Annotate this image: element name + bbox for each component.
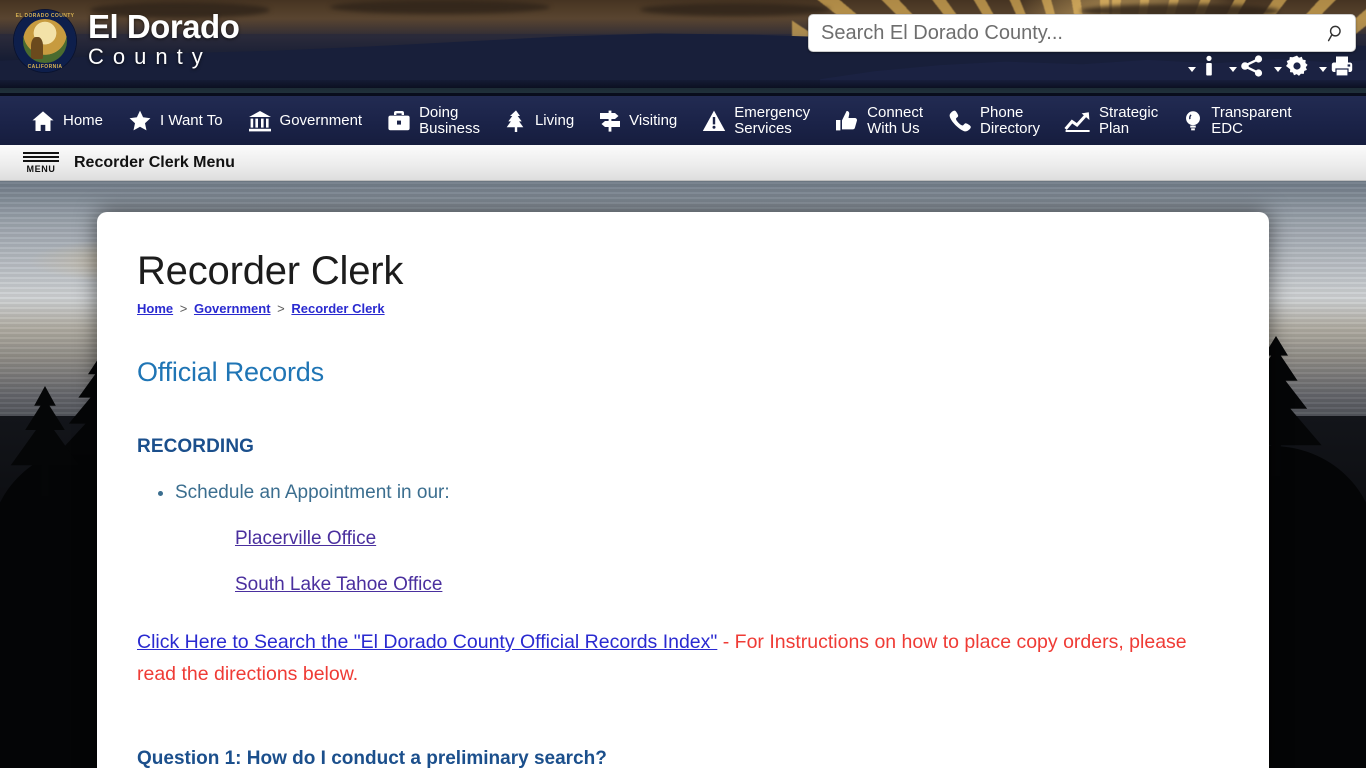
search-input[interactable]	[809, 21, 1317, 45]
phone-icon	[949, 110, 971, 131]
nav-label: Strategic	[1099, 103, 1159, 121]
section-heading-official-records: Official Records	[137, 357, 324, 387]
print-icon	[1331, 56, 1353, 77]
chevron-down-icon	[1188, 66, 1196, 72]
tree-icon	[506, 109, 524, 132]
share-icon	[1241, 55, 1263, 77]
nav-label-group: Connect With Us	[867, 103, 924, 137]
hamburger-icon	[23, 151, 59, 164]
nav-label: Connect	[867, 103, 924, 121]
seal-bottom-text: CALIFORNIA	[27, 63, 63, 70]
faq-question-1-heading: Question 1: How do I conduct a prelimina…	[137, 748, 607, 768]
nav-label-group: Strategic Plan	[1099, 103, 1159, 137]
link-south-lake-tahoe-office[interactable]: South Lake Tahoe Office	[235, 574, 1229, 596]
nav-label-2: EDC	[1211, 119, 1243, 137]
share-menu[interactable]	[1229, 54, 1264, 78]
nav-label: Doing	[419, 103, 459, 121]
nav-item-government[interactable]: Government	[235, 95, 375, 147]
section-menu-title: Recorder Clerk Menu	[74, 153, 235, 171]
content-card: Recorder Clerk Home > Government > Recor…	[97, 212, 1269, 768]
lightbulb-icon	[1186, 110, 1201, 130]
section-menu-bar[interactable]: MENU Recorder Clerk Menu	[0, 145, 1366, 181]
main-navigation[interactable]: Home I Want To Government Doing Business…	[0, 93, 1366, 145]
banner-cloud-3	[640, 3, 830, 16]
hamburger-menu-button[interactable]: MENU	[20, 151, 62, 174]
breadcrumb[interactable]: Home > Government > Recorder Clerk	[137, 301, 1229, 316]
banner-bottom-fade	[0, 80, 1366, 88]
site-wordmark[interactable]: El Dorado County	[88, 8, 240, 70]
print-menu[interactable]	[1319, 54, 1354, 78]
site-name-line-2: County	[88, 44, 212, 69]
page-root: EL DORADO COUNTY CALIFORNIA El Dorado Co…	[0, 0, 1366, 768]
nav-label-group: Doing Business	[419, 103, 480, 137]
nav-label: Home	[63, 111, 104, 129]
seal-top-text: EL DORADO COUNTY	[15, 12, 75, 19]
nav-label-group: Phone Directory	[980, 103, 1041, 137]
link-placerville-office[interactable]: Placerville Office	[235, 528, 1229, 550]
nav-label: Phone	[980, 103, 1024, 121]
nav-label: Visiting	[629, 111, 678, 129]
nav-label-group: Transparent EDC	[1211, 103, 1292, 137]
nav-item-visiting[interactable]: Visiting	[586, 95, 689, 147]
nav-item-transparent-edc[interactable]: Transparent EDC	[1170, 95, 1303, 147]
breadcrumb-separator: >	[179, 301, 188, 316]
nav-item-living[interactable]: Living	[492, 95, 586, 147]
office-links-group[interactable]: Placerville Office South Lake Tahoe Offi…	[235, 528, 1229, 596]
star-icon	[129, 110, 151, 130]
site-name-line-1: El Dorado	[88, 8, 240, 45]
seal-emblem	[23, 19, 67, 63]
page-title: Recorder Clerk	[137, 249, 404, 293]
nav-item-phone-directory[interactable]: Phone Directory	[935, 95, 1052, 147]
chevron-down-icon	[1319, 66, 1327, 72]
link-official-records-index[interactable]: Click Here to Search the "El Dorado Coun…	[137, 631, 717, 653]
nav-label-2: Services	[734, 119, 792, 137]
info-icon	[1206, 55, 1212, 76]
chart-up-icon	[1064, 111, 1090, 132]
nav-item-i-want-to[interactable]: I Want To	[115, 95, 235, 147]
nav-label: Living	[534, 111, 575, 129]
chevron-down-icon	[1274, 66, 1282, 72]
list-item: Schedule an Appointment in our:	[175, 480, 1229, 506]
home-icon	[32, 110, 54, 131]
banner-cloud-2	[330, 0, 550, 14]
nav-label-2: Business	[419, 119, 480, 137]
warning-triangle-icon	[703, 110, 726, 131]
chevron-down-icon	[1229, 66, 1237, 72]
subsection-heading-recording: RECORDING	[137, 436, 255, 457]
breadcrumb-link-recorder-clerk[interactable]: Recorder Clerk	[291, 301, 384, 316]
search-icon	[1327, 25, 1341, 41]
nav-label: Transparent	[1211, 103, 1292, 121]
thumbs-up-icon	[836, 110, 858, 130]
info-menu[interactable]	[1188, 54, 1219, 78]
gear-icon	[1286, 55, 1308, 76]
utility-icon-bar[interactable]	[1188, 54, 1354, 78]
nav-item-emergency-services[interactable]: Emergency Services	[689, 95, 822, 147]
records-index-notice: Click Here to Search the "El Dorado Coun…	[137, 626, 1229, 690]
breadcrumb-link-home[interactable]: Home	[137, 301, 173, 316]
breadcrumb-separator: >	[277, 301, 285, 316]
nav-item-connect-with-us[interactable]: Connect With Us	[822, 95, 935, 147]
site-header-banner: EL DORADO COUNTY CALIFORNIA El Dorado Co…	[0, 0, 1366, 88]
hamburger-label: MENU	[26, 163, 56, 174]
nav-item-doing-business[interactable]: Doing Business	[374, 95, 492, 147]
nav-label: Government	[279, 111, 363, 129]
nav-label-2: With Us	[867, 119, 920, 137]
search-submit-button[interactable]	[1317, 15, 1355, 51]
signpost-icon	[600, 110, 621, 132]
nav-label-2: Plan	[1099, 119, 1130, 137]
settings-menu[interactable]	[1274, 54, 1309, 78]
briefcase-icon	[388, 110, 410, 130]
nav-label-2: Directory	[980, 119, 1041, 137]
breadcrumb-link-government[interactable]: Government	[194, 301, 271, 316]
bank-icon	[248, 110, 271, 131]
county-seal-logo[interactable]: EL DORADO COUNTY CALIFORNIA	[14, 10, 76, 72]
nav-label: Emergency	[734, 103, 811, 121]
nav-item-home[interactable]: Home	[18, 95, 115, 147]
recording-bullet-list: Schedule an Appointment in our:	[137, 480, 1229, 506]
nav-label-group: Emergency Services	[734, 103, 811, 137]
nav-label: I Want To	[160, 111, 223, 129]
site-search[interactable]	[808, 14, 1356, 52]
nav-item-strategic-plan[interactable]: Strategic Plan	[1052, 95, 1170, 147]
